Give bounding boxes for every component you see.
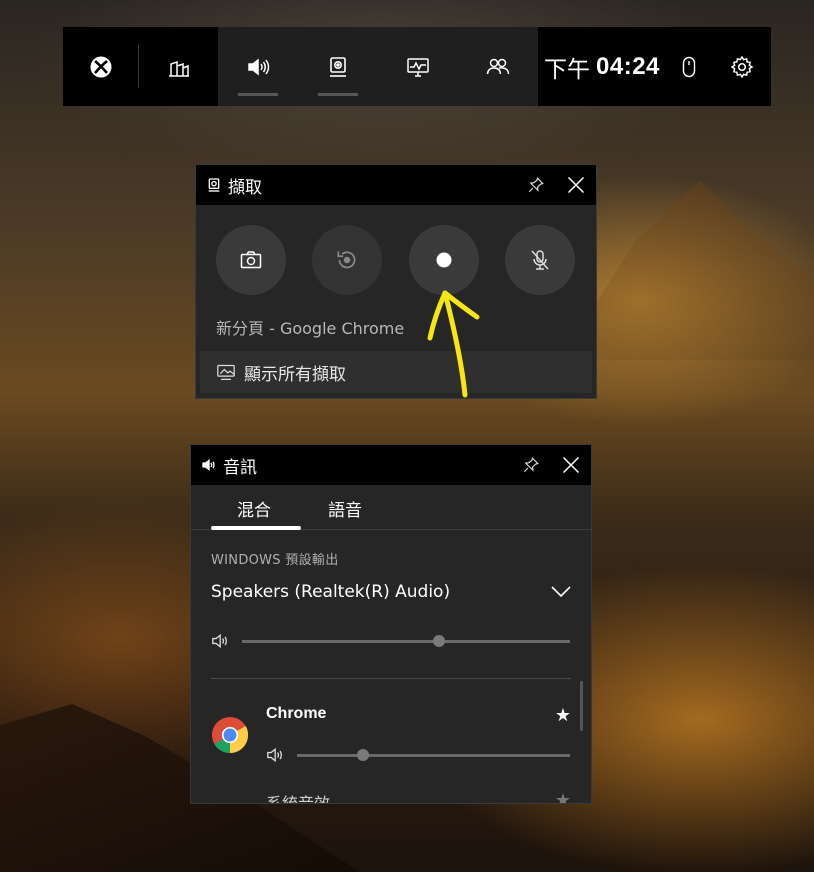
audio-widget-title: 音訊 <box>223 457 257 478</box>
mouse-button[interactable] <box>660 27 718 106</box>
star-icon[interactable]: ★ <box>555 790 571 803</box>
performance-icon <box>407 57 429 77</box>
start-recording-button[interactable] <box>409 225 479 295</box>
close-button[interactable] <box>559 453 583 477</box>
audio-tabs: 混合 語音 <box>191 485 591 530</box>
gallery-icon <box>217 364 235 380</box>
clock-time: 04:24 <box>596 52 660 80</box>
capture-target-app: 新分頁 - Google Chrome <box>216 319 405 338</box>
camera-icon <box>240 251 262 269</box>
app-name-system-sounds: 系統音效 <box>266 790 330 803</box>
close-icon <box>562 456 580 474</box>
mic-toggle-button[interactable] <box>505 225 575 295</box>
star-icon[interactable]: ★ <box>555 705 571 726</box>
record-last-button[interactable] <box>312 225 382 295</box>
divider <box>211 678 571 679</box>
show-all-captures-button[interactable]: 顯示所有擷取 <box>200 351 592 393</box>
audio-widget: 音訊 混合 語音 WINDOWS 預設輸出 Speakers (Realtek(… <box>191 445 591 803</box>
social-widget-button[interactable] <box>458 27 538 106</box>
background-mountain <box>560 180 814 360</box>
xbox-icon <box>90 56 111 77</box>
settings-icon <box>730 55 754 78</box>
close-button[interactable] <box>564 173 588 197</box>
speaker-icon <box>202 458 215 472</box>
audio-icon <box>248 57 270 76</box>
active-underline <box>318 93 358 96</box>
active-tab-indicator <box>211 526 301 530</box>
record-last-icon <box>337 251 356 269</box>
chrome-volume-slider[interactable] <box>297 749 570 761</box>
app-name-chrome: Chrome <box>266 705 327 722</box>
capture-widget-title: 擷取 <box>228 177 262 198</box>
tab-mix[interactable]: 混合 <box>237 496 271 521</box>
capture-widget: 擷取 新分頁 - Google Chrome 顯示所有擷取 <box>196 165 596 398</box>
social-icon <box>486 58 510 74</box>
capture-widget-header: 擷取 <box>196 165 596 205</box>
close-icon <box>567 176 585 194</box>
chevron-down-icon[interactable] <box>551 584 571 598</box>
settings-button[interactable] <box>718 27 766 106</box>
audio-widget-header: 音訊 <box>191 445 591 485</box>
output-device-select[interactable]: Speakers (Realtek(R) Audio) <box>211 582 450 602</box>
pin-icon <box>523 457 539 473</box>
screenshot-button[interactable] <box>216 225 286 295</box>
clock: 下午 04:24 <box>538 27 660 106</box>
audio-widget-button[interactable] <box>218 27 298 106</box>
capture-widget-button[interactable] <box>298 27 378 106</box>
tab-voice[interactable]: 語音 <box>328 496 362 521</box>
capture-icon <box>208 178 220 192</box>
pin-icon <box>528 177 544 193</box>
active-underline <box>238 93 278 96</box>
xbox-button[interactable] <box>63 27 138 106</box>
master-volume-slider[interactable] <box>242 635 570 647</box>
chrome-volume-thumb[interactable] <box>356 749 369 761</box>
pin-button[interactable] <box>524 173 548 197</box>
record-dot-icon <box>436 252 452 268</box>
mic-off-icon <box>531 250 549 270</box>
widget-strip <box>218 27 538 106</box>
scrollbar[interactable] <box>580 681 583 731</box>
widget-menu-button[interactable] <box>139 27 218 106</box>
game-bar: 下午 04:24 <box>63 27 771 106</box>
widget-menu-icon <box>168 60 189 77</box>
clock-period: 下午 <box>544 56 590 83</box>
mouse-icon <box>682 56 696 77</box>
volume-icon <box>212 633 227 649</box>
volume-icon <box>267 747 282 763</box>
show-all-captures-label: 顯示所有擷取 <box>244 364 346 385</box>
master-volume-thumb[interactable] <box>432 635 445 647</box>
pin-button[interactable] <box>519 453 543 477</box>
chrome-icon <box>211 716 249 754</box>
output-section-label: WINDOWS 預設輸出 <box>211 553 339 568</box>
capture-controls <box>196 205 596 315</box>
performance-widget-button[interactable] <box>378 27 458 106</box>
capture-icon <box>330 56 346 77</box>
